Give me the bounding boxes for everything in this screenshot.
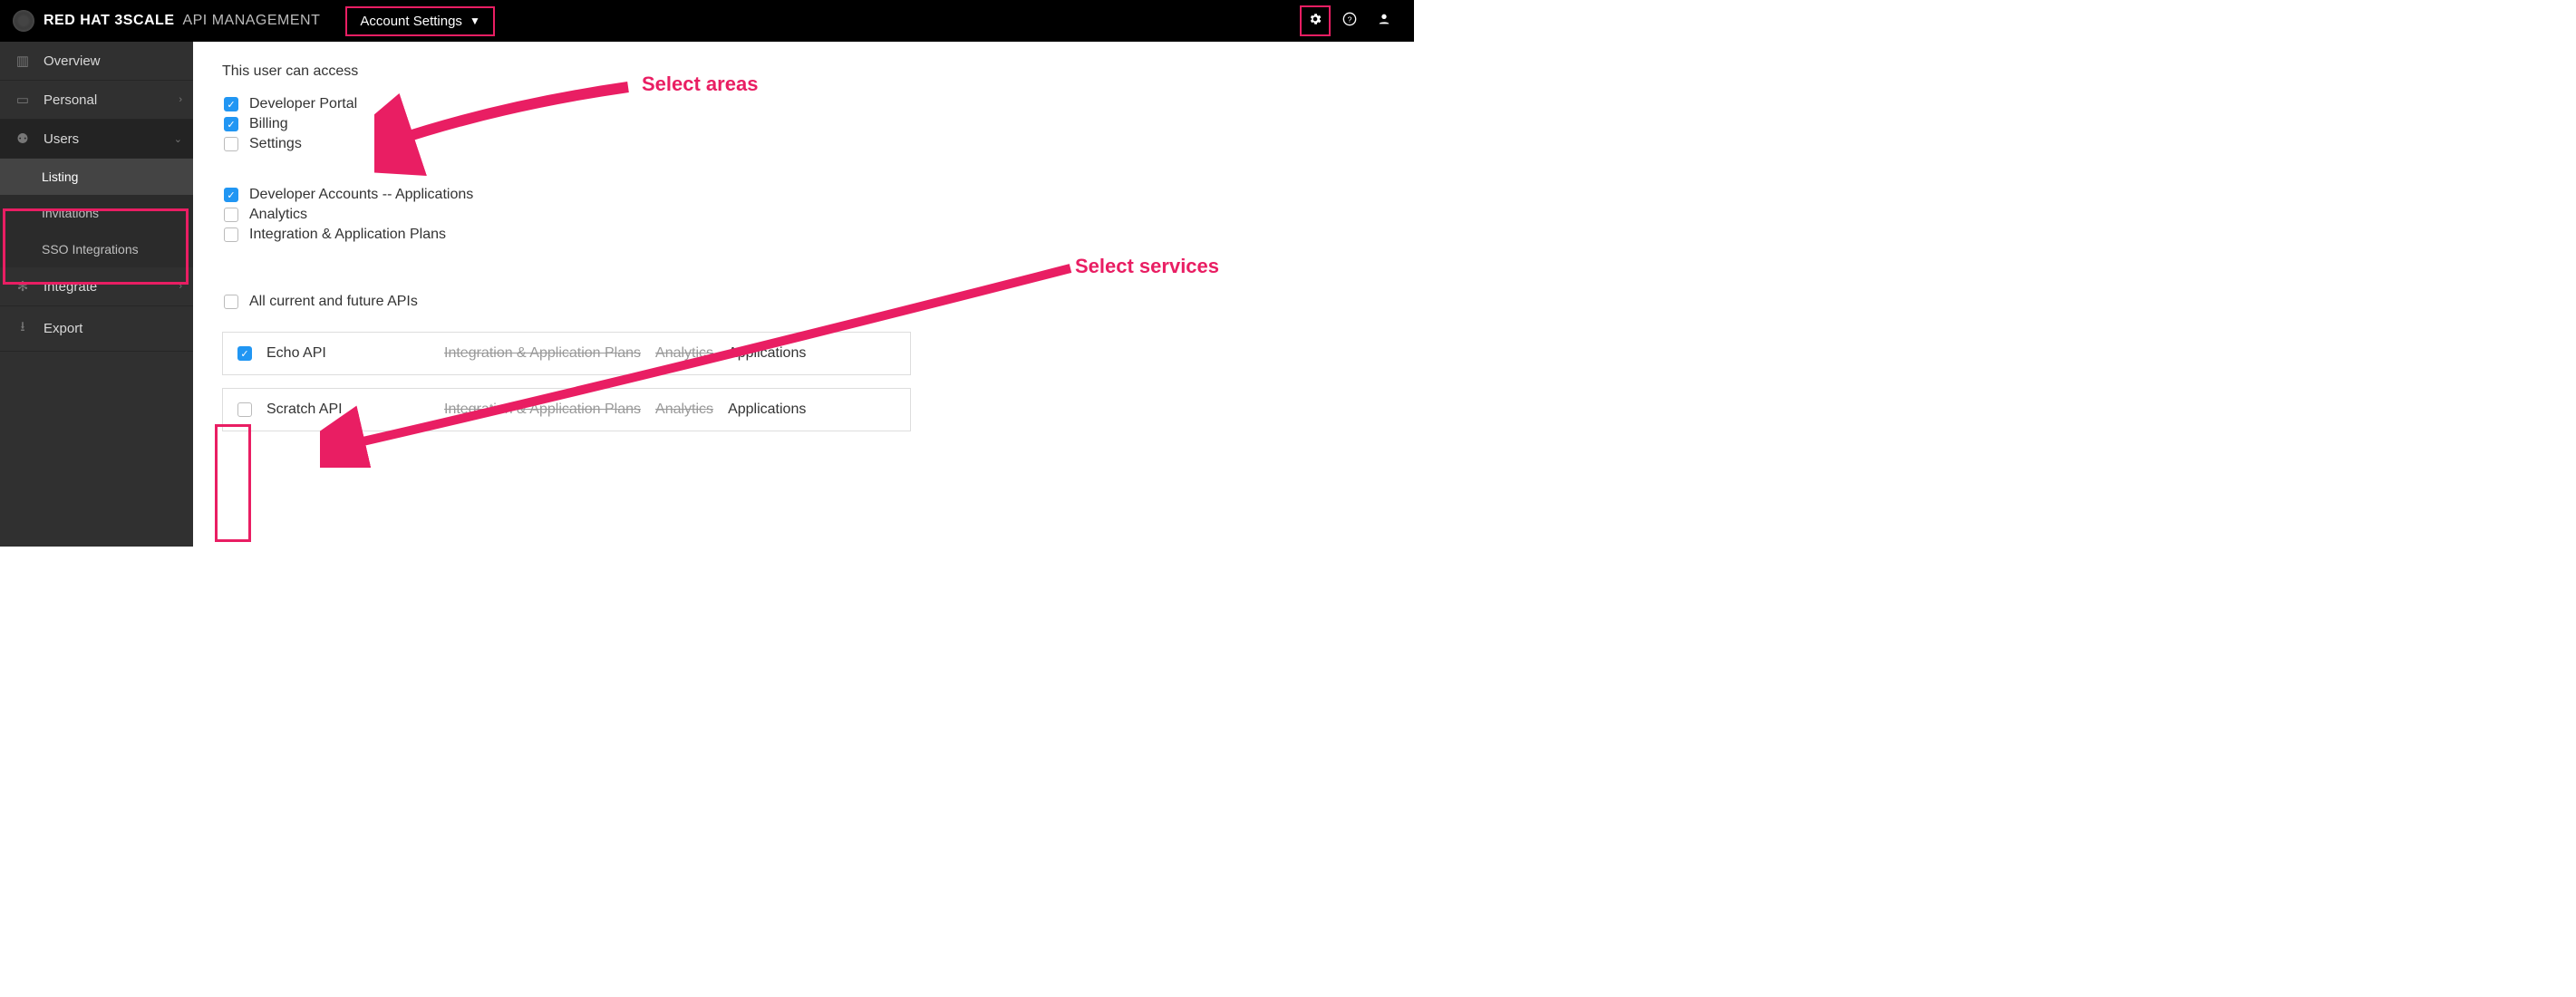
users-icon: ⚉ [15, 131, 31, 147]
sidebar-item-label: Integrate [44, 279, 97, 295]
sidebar-item-label: Overview [44, 53, 101, 69]
api-int-col: Integration & Application Plans [444, 402, 641, 418]
area-label: Billing [249, 116, 288, 132]
context-dropdown[interactable]: Account Settings ▼ [345, 6, 494, 36]
svg-text:?: ? [1348, 15, 1352, 24]
perm-label: Developer Accounts -- Applications [249, 187, 473, 203]
id-card-icon: ▭ [15, 92, 31, 108]
all-apis-row: All current and future APIs [222, 294, 1378, 310]
sidebar-item-export[interactable]: ⭳ Export [0, 306, 193, 352]
perm-devaccounts-row: ✓ Developer Accounts -- Applications [222, 187, 1378, 203]
brand: RED HAT 3SCALE API MANAGEMENT [13, 10, 320, 32]
perm-analytics-checkbox[interactable] [224, 208, 238, 222]
main-panel: This user can access ✓ Developer Portal … [193, 42, 1414, 547]
area-devportal-checkbox[interactable]: ✓ [224, 97, 238, 111]
help-button[interactable]: ? [1334, 5, 1365, 36]
sidebar-item-label: Export [44, 321, 82, 336]
user-icon [1377, 12, 1391, 31]
sidebar-item-users-listing[interactable]: Listing [0, 159, 193, 195]
perm-intplans-checkbox[interactable] [224, 227, 238, 242]
gear-icon [1308, 12, 1322, 31]
api-scratch-checkbox[interactable] [237, 402, 252, 417]
cogs-icon: ✻ [15, 278, 31, 295]
api-int-col: Integration & Application Plans [444, 345, 641, 362]
sidebar: ▥ Overview ▭ Personal › ⚉ Users ⌄ Listin… [0, 42, 193, 547]
sidebar-item-users-sso[interactable]: SSO Integrations [0, 231, 193, 267]
api-echo-checkbox[interactable]: ✓ [237, 346, 252, 361]
perm-intplans-row: Integration & Application Plans [222, 227, 1378, 243]
access-heading: This user can access [222, 63, 1378, 80]
api-row-scratch: Scratch API Integration & Application Pl… [222, 388, 911, 431]
user-menu-button[interactable] [1369, 5, 1399, 36]
help-icon: ? [1342, 12, 1357, 31]
brand-apimgmt: API MANAGEMENT [182, 13, 320, 28]
sidebar-item-personal[interactable]: ▭ Personal › [0, 81, 193, 120]
sidebar-item-integrate[interactable]: ✻ Integrate › [0, 267, 193, 306]
all-apis-checkbox[interactable] [224, 295, 238, 309]
area-settings-row: Settings [222, 136, 1378, 152]
api-analytics-col: Analytics [655, 402, 713, 418]
chevron-down-icon: ▼ [470, 15, 480, 27]
sidebar-item-overview[interactable]: ▥ Overview [0, 42, 193, 81]
area-billing-checkbox[interactable]: ✓ [224, 117, 238, 131]
sidebar-item-label: Users [44, 131, 79, 147]
chevron-down-icon: ⌄ [174, 133, 182, 145]
annotation-frame-api-checkboxes [215, 424, 251, 542]
area-billing-row: ✓ Billing [222, 116, 1378, 132]
map-icon: ▥ [15, 53, 31, 69]
perm-devaccounts-checkbox[interactable]: ✓ [224, 188, 238, 202]
topbar: RED HAT 3SCALE API MANAGEMENT Account Se… [0, 0, 1414, 42]
sidebar-item-users-invitations[interactable]: Invitations [0, 195, 193, 231]
api-analytics-col: Analytics [655, 345, 713, 362]
all-apis-label: All current and future APIs [249, 294, 418, 310]
api-name: Echo API [266, 345, 430, 362]
brand-logo-icon [13, 10, 34, 32]
content: ▥ Overview ▭ Personal › ⚉ Users ⌄ Listin… [0, 42, 1414, 547]
download-icon: ⭳ [15, 317, 31, 340]
api-apps-col: Applications [728, 402, 806, 418]
settings-gear-button[interactable] [1300, 5, 1331, 36]
area-devportal-row: ✓ Developer Portal [222, 96, 1378, 112]
area-settings-checkbox[interactable] [224, 137, 238, 151]
sidebar-item-label: Invitations [42, 206, 99, 220]
api-apps-col: Applications [728, 345, 806, 362]
sidebar-item-users[interactable]: ⚉ Users ⌄ [0, 120, 193, 159]
context-dropdown-label: Account Settings [360, 14, 462, 29]
area-label: Developer Portal [249, 96, 357, 112]
perm-analytics-row: Analytics [222, 207, 1378, 223]
sidebar-item-label: Personal [44, 92, 97, 108]
brand-text: RED HAT 3SCALE API MANAGEMENT [44, 13, 320, 29]
perm-label: Analytics [249, 207, 307, 223]
sidebar-item-label: SSO Integrations [42, 242, 139, 257]
api-row-echo: ✓ Echo API Integration & Application Pla… [222, 332, 911, 375]
perm-label: Integration & Application Plans [249, 227, 446, 243]
chevron-right-icon: › [179, 94, 182, 105]
chevron-right-icon: › [179, 281, 182, 292]
brand-redhat: RED HAT [44, 13, 110, 28]
area-label: Settings [249, 136, 302, 152]
brand-3scale: 3SCALE [114, 13, 174, 28]
api-name: Scratch API [266, 402, 430, 418]
sidebar-item-label: Listing [42, 169, 78, 184]
